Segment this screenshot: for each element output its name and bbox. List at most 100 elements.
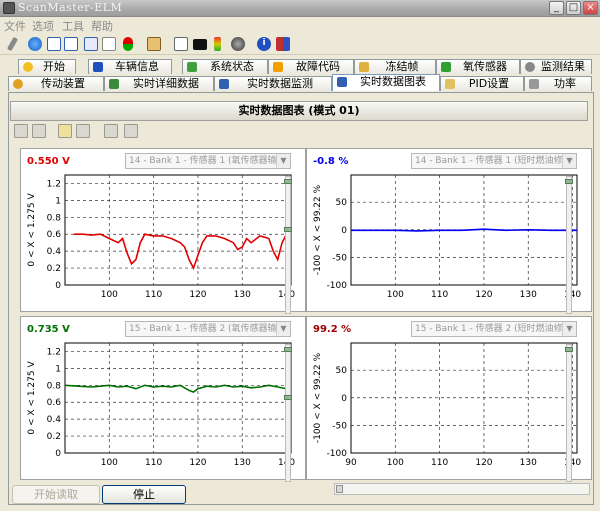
menu-file[interactable]: 文件 [4, 18, 26, 34]
y-tick-label: 0.6 [47, 230, 62, 240]
grid-icon[interactable] [102, 37, 116, 51]
x-tick-label: 130 [520, 458, 537, 468]
tab-start[interactable]: 开始 [18, 59, 76, 74]
open-icon[interactable] [58, 124, 72, 138]
chart-3-slider[interactable] [284, 344, 292, 482]
x-tick-label: 130 [234, 458, 251, 468]
x-tick-label: 100 [387, 458, 404, 468]
print-preview-icon[interactable] [104, 124, 118, 138]
tab-power[interactable]: 功率 [524, 76, 592, 91]
chart-2-slider[interactable] [565, 176, 573, 314]
tab-live-chart[interactable]: 实时数据图表 [332, 74, 440, 91]
y-tick-label: 0.2 [47, 432, 61, 442]
plot-area [64, 342, 292, 454]
y-tick-label: 1.2 [47, 347, 61, 357]
x-tick-label: 130 [520, 290, 537, 300]
x-tick-label: 100 [387, 290, 404, 300]
y-tick-label: 0 [55, 449, 61, 459]
start-icon [23, 62, 33, 72]
sensor-icon [441, 62, 451, 72]
tab-system-status[interactable]: 系统状态 [182, 59, 268, 74]
app-icon [3, 2, 15, 14]
clipboard-icon[interactable] [147, 37, 161, 51]
y-axis-label: -100 < X < 99.22 % [313, 352, 323, 443]
y-tick-label: 50 [336, 198, 348, 208]
pid-icon [445, 79, 455, 89]
tab-trouble-codes[interactable]: 故障代码 [268, 59, 354, 74]
book-icon[interactable] [276, 37, 290, 51]
menu-help[interactable]: 帮助 [91, 18, 113, 34]
chart-4: 99.2 % 15 - Bank 1 - 传感器 2 (短时燃油修正 ▼ 50 0-… [306, 316, 592, 480]
chart-1-slider[interactable] [284, 176, 292, 314]
speech-icon[interactable] [174, 37, 188, 51]
y-axis-label: 0 < X < 1.275 V [27, 193, 37, 267]
document-icon[interactable] [47, 37, 61, 51]
wrench-icon[interactable] [6, 36, 19, 52]
status-icon [187, 62, 197, 72]
slider-knob[interactable] [284, 347, 292, 352]
x-tick-label: 110 [431, 458, 448, 468]
y-tick-label: 1.2 [47, 179, 61, 189]
y-tick-label: 50 [336, 366, 348, 376]
tab-o2-sensor[interactable]: 氧传感器 [436, 59, 520, 74]
y-tick-label: 0 [55, 281, 61, 291]
y-tick-label: -50 [332, 421, 347, 431]
tab-live-monitor[interactable]: 实时数据监测 [214, 76, 332, 91]
y-tick-label: 0 [341, 394, 347, 404]
y-tick-label: -100 [327, 281, 348, 291]
tab-transmission[interactable]: 传动装置 [8, 76, 104, 91]
start-read-button[interactable]: 开始读取 [12, 485, 100, 504]
monitor-icon [219, 79, 229, 89]
tab-monitor-results[interactable]: 监测结果 [520, 59, 592, 74]
slider-knob[interactable] [565, 347, 573, 352]
y-tick-label: -100 [327, 449, 348, 459]
close-button[interactable]: × [583, 1, 598, 15]
x-tick-label: 110 [431, 290, 448, 300]
x-tick-label: 120 [475, 458, 492, 468]
power-icon [529, 79, 539, 89]
panel-title: 实时数据图表 (模式 01) [10, 101, 588, 121]
y-tick-label: 0.8 [47, 381, 62, 391]
tab-pid-settings[interactable]: PID设置 [440, 76, 524, 91]
x-tick-label: 110 [145, 290, 162, 300]
remove-chart-icon[interactable] [32, 124, 46, 138]
x-tick-label: 120 [189, 290, 206, 300]
x-tick-label: 120 [189, 458, 206, 468]
tab-vehicle-info[interactable]: 车辆信息 [88, 59, 172, 74]
slider-knob[interactable] [284, 227, 292, 232]
monitor-icon[interactable] [193, 39, 207, 50]
disc-icon[interactable] [231, 37, 245, 51]
print-icon[interactable] [124, 124, 138, 138]
chart-icon[interactable] [64, 37, 78, 51]
battery-icon[interactable] [214, 37, 221, 51]
menu-tools[interactable]: 工具 [62, 18, 84, 34]
tab-live-detail[interactable]: 实时详细数据 [104, 76, 214, 91]
maximize-button[interactable]: □ [566, 1, 581, 15]
menu-options[interactable]: 选项 [32, 18, 54, 34]
add-chart-icon[interactable] [14, 124, 28, 138]
warning-icon [273, 62, 283, 72]
tab-freeze-frame[interactable]: 冻结帧 [354, 59, 436, 74]
stop-button[interactable]: 停止 [102, 485, 186, 504]
slider-knob[interactable] [565, 179, 573, 184]
chart-toolbar [10, 122, 588, 142]
slider-knob[interactable] [284, 179, 292, 184]
list-icon [109, 79, 119, 89]
x-tick-label: 100 [101, 290, 118, 300]
dice-icon[interactable] [123, 37, 133, 51]
chart-1: 0.550 V 14 - Bank 1 - 传感器 1 (氧传感器输出 ▼ 1.2… [20, 148, 306, 312]
globe-icon[interactable] [28, 37, 42, 51]
info-icon [93, 62, 103, 72]
x-tick-label: 120 [475, 290, 492, 300]
slider-knob[interactable] [284, 395, 292, 400]
chart-icon [337, 77, 347, 87]
chart-4-slider[interactable] [565, 344, 573, 482]
chart-2: -0.8 % 14 - Bank 1 - 传感器 1 (短时燃油修正 ▼ 50 0-… [306, 148, 592, 312]
time-scrollbar[interactable] [334, 483, 590, 495]
minimize-button[interactable]: _ [549, 1, 564, 15]
save-icon[interactable] [76, 124, 90, 138]
meter-icon[interactable] [84, 37, 98, 51]
y-tick-label: 0.4 [47, 415, 62, 425]
info-icon[interactable]: i [257, 37, 271, 51]
scroll-knob[interactable] [336, 485, 343, 493]
